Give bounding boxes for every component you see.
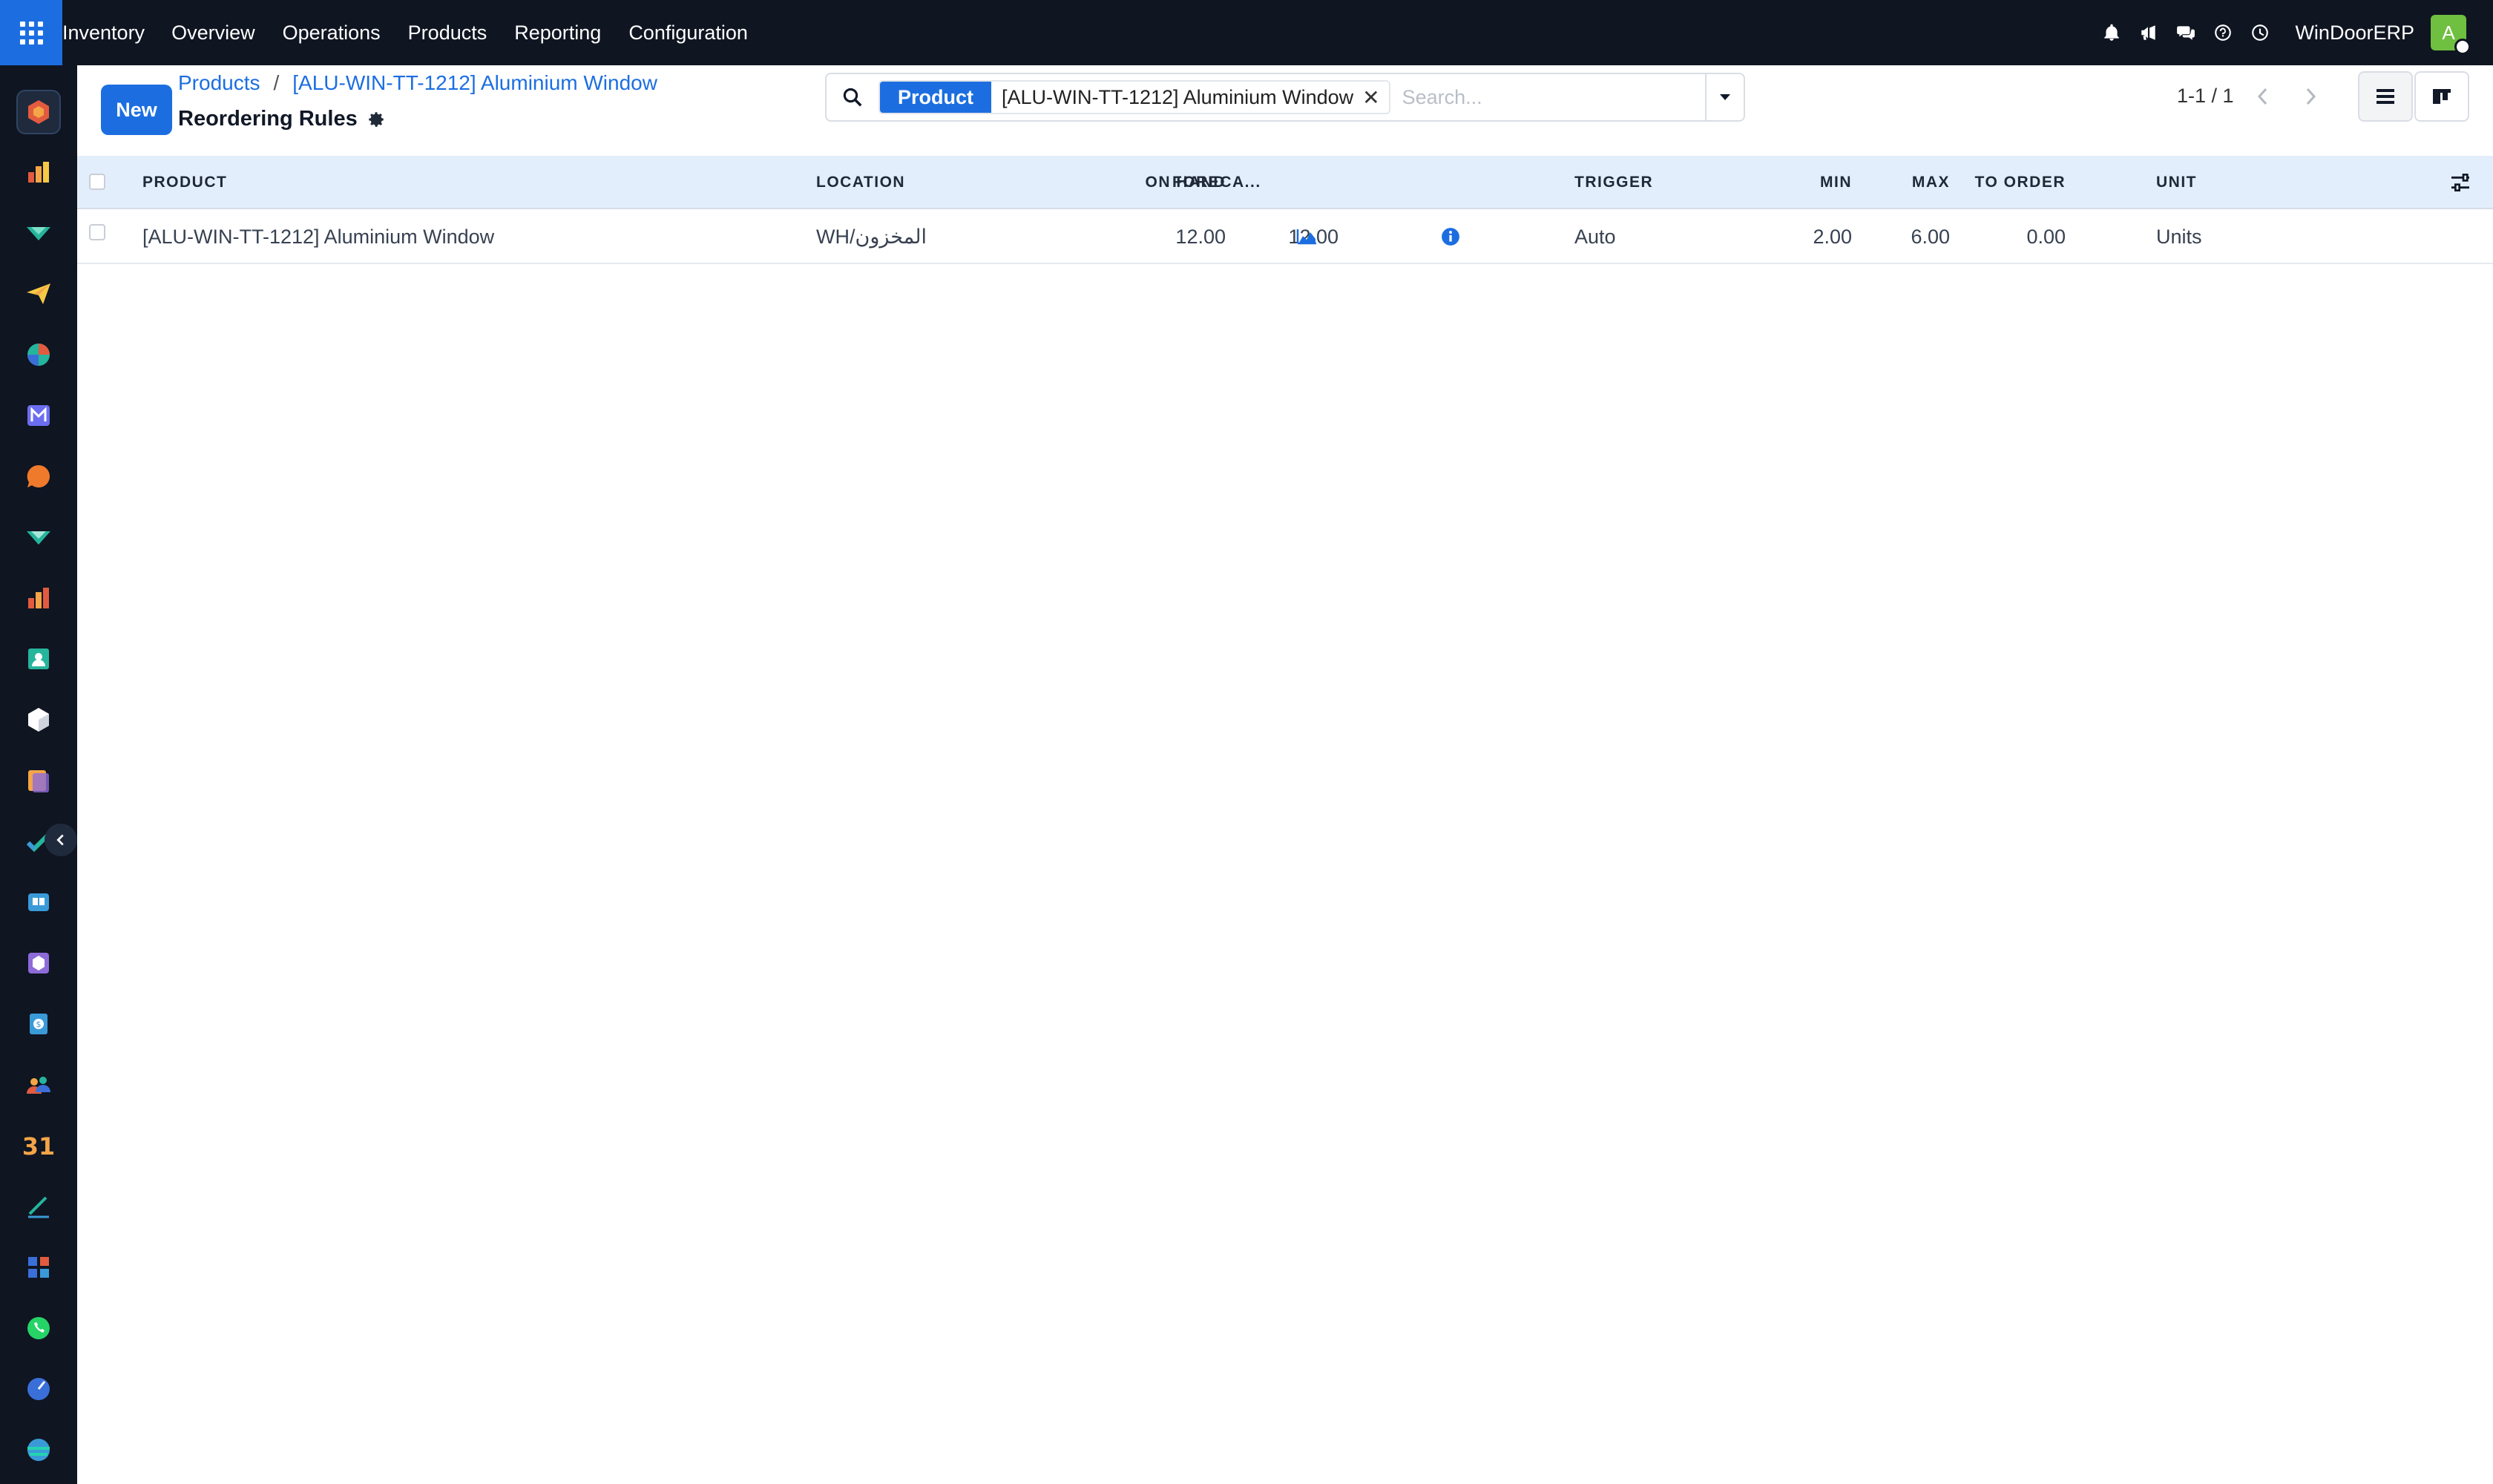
column-trigger[interactable]: TRIGGER <box>1574 156 1653 209</box>
list-view-button[interactable] <box>2358 71 2413 122</box>
calendar-app-icon[interactable]: 31 <box>16 1123 61 1168</box>
crm-app-icon[interactable] <box>16 211 61 255</box>
breadcrumb-separator: / <box>273 71 280 94</box>
new-button[interactable]: New <box>101 85 172 135</box>
apps-menu-button[interactable] <box>0 0 62 65</box>
table-row[interactable]: [ALU-WIN-TT-1212] Aluminium Window WH/ال… <box>77 209 2493 264</box>
bell-icon[interactable] <box>2095 16 2129 50</box>
optional-columns-icon[interactable] <box>2448 171 2472 194</box>
whatsapp-app-icon[interactable] <box>16 1306 61 1350</box>
help-icon[interactable] <box>2206 16 2240 50</box>
menu-reporting[interactable]: Reporting <box>514 22 601 45</box>
kanban-icon <box>2433 89 2451 104</box>
collapse-sidebar-button[interactable] <box>45 824 77 856</box>
apps-grid-icon <box>19 21 43 45</box>
apps-sidebar: $ 31 <box>0 65 77 1484</box>
svg-text:31: 31 <box>24 1132 53 1160</box>
inventory-app-icon[interactable] <box>16 90 61 134</box>
chevron-left-icon <box>2257 88 2267 105</box>
breadcrumb: Products / [ALU-WIN-TT-1212] Aluminium W… <box>178 71 657 95</box>
info-button[interactable] <box>1441 209 1460 264</box>
knowledge-app-icon[interactable] <box>16 880 61 925</box>
column-to-order[interactable]: TO ORDER <box>1902 156 2066 209</box>
cell-location[interactable]: WH/المخزون <box>816 209 927 264</box>
status-dot <box>2454 39 2471 55</box>
field-service-app-icon[interactable] <box>16 1367 61 1411</box>
info-icon <box>1442 228 1459 246</box>
chat-icon[interactable] <box>2169 16 2203 50</box>
cell-to-order[interactable]: 0.00 <box>1902 209 2066 264</box>
app-name[interactable]: Inventory <box>62 22 145 45</box>
purchase-app-icon[interactable] <box>16 515 61 559</box>
barcode-app-icon[interactable] <box>16 941 61 985</box>
spreadsheet-app-icon[interactable] <box>16 1245 61 1290</box>
team-app-icon[interactable] <box>16 1063 61 1107</box>
search-bar: Product [ALU-WIN-TT-1212] Aluminium Wind… <box>825 73 1745 122</box>
search-facet: Product [ALU-WIN-TT-1212] Aluminium Wind… <box>878 80 1390 114</box>
avatar-initial: A <box>2442 21 2455 44</box>
employees-app-icon[interactable] <box>16 637 61 681</box>
column-min[interactable]: MIN <box>1709 156 1852 209</box>
page-title: Reordering Rules <box>178 107 386 131</box>
main-menu: Inventory Overview Operations Products R… <box>62 0 775 65</box>
search-options-toggle[interactable] <box>1705 74 1744 120</box>
search-input[interactable] <box>1402 79 1705 116</box>
row-checkbox[interactable] <box>89 224 105 240</box>
cell-min[interactable]: 2.00 <box>1709 209 1852 264</box>
top-navbar: Inventory Overview Operations Products R… <box>0 0 2493 65</box>
product-app-icon[interactable] <box>16 697 61 742</box>
facet-value: [ALU-WIN-TT-1212] Aluminium Window <box>991 82 1363 113</box>
company-name[interactable]: WinDoorERP <box>2295 22 2414 45</box>
pager-previous-button[interactable] <box>2241 73 2285 120</box>
cell-unit[interactable]: Units <box>2156 209 2202 264</box>
website-app-icon[interactable] <box>16 1428 61 1472</box>
chevron-right-icon <box>2306 88 2316 105</box>
cell-trigger[interactable]: Auto <box>1574 209 1616 264</box>
forecast-graph-button[interactable] <box>1295 209 1318 264</box>
gear-icon[interactable] <box>367 110 386 129</box>
dashboards-app-icon[interactable] <box>16 576 61 620</box>
menu-operations[interactable]: Operations <box>283 22 381 45</box>
column-unit[interactable]: UNIT <box>2156 156 2197 209</box>
navbar-systray: WinDoorERP A <box>2095 0 2493 65</box>
pager-next-button[interactable] <box>2288 73 2333 120</box>
menu-configuration[interactable]: Configuration <box>628 22 748 45</box>
user-avatar[interactable]: A <box>2431 15 2471 55</box>
discuss-app-icon[interactable] <box>16 272 61 316</box>
column-product[interactable]: PRODUCT <box>142 156 227 209</box>
menu-products[interactable]: Products <box>408 22 487 45</box>
documents-app-icon[interactable] <box>16 758 61 803</box>
facet-label: Product <box>880 82 992 113</box>
megaphone-icon[interactable] <box>2132 16 2166 50</box>
sign-app-icon[interactable] <box>16 1184 61 1229</box>
list-icon <box>2377 89 2394 104</box>
caret-down-icon <box>1720 94 1730 100</box>
column-location[interactable]: LOCATION <box>816 156 905 209</box>
accounting-app-icon[interactable] <box>16 332 61 377</box>
invoicing-app-icon[interactable]: $ <box>16 1002 61 1046</box>
sales-app-icon[interactable] <box>16 150 61 194</box>
breadcrumb-product-record[interactable]: [ALU-WIN-TT-1212] Aluminium Window <box>292 71 657 95</box>
page-title-text: Reordering Rules <box>178 107 358 131</box>
search-icon[interactable] <box>827 74 878 120</box>
clock-icon[interactable] <box>2243 16 2277 50</box>
kanban-view-button[interactable] <box>2414 71 2469 122</box>
cell-product[interactable]: [ALU-WIN-TT-1212] Aluminium Window <box>142 209 494 264</box>
menu-overview[interactable]: Overview <box>171 22 255 45</box>
column-forecast[interactable]: FORECA... <box>1172 156 1261 209</box>
pager-value[interactable]: 1-1 / 1 <box>2177 85 2234 108</box>
area-chart-icon <box>1296 229 1316 245</box>
breadcrumb-products[interactable]: Products <box>178 71 260 95</box>
table-header: PRODUCT LOCATION ON HAND FORECA... TRIGG… <box>77 156 2493 209</box>
select-all-checkbox[interactable] <box>89 174 105 190</box>
email-marketing-app-icon[interactable] <box>16 393 61 438</box>
live-chat-app-icon[interactable] <box>16 454 61 499</box>
close-icon[interactable]: ✕ <box>1362 82 1389 113</box>
svg-text:$: $ <box>36 1020 42 1029</box>
